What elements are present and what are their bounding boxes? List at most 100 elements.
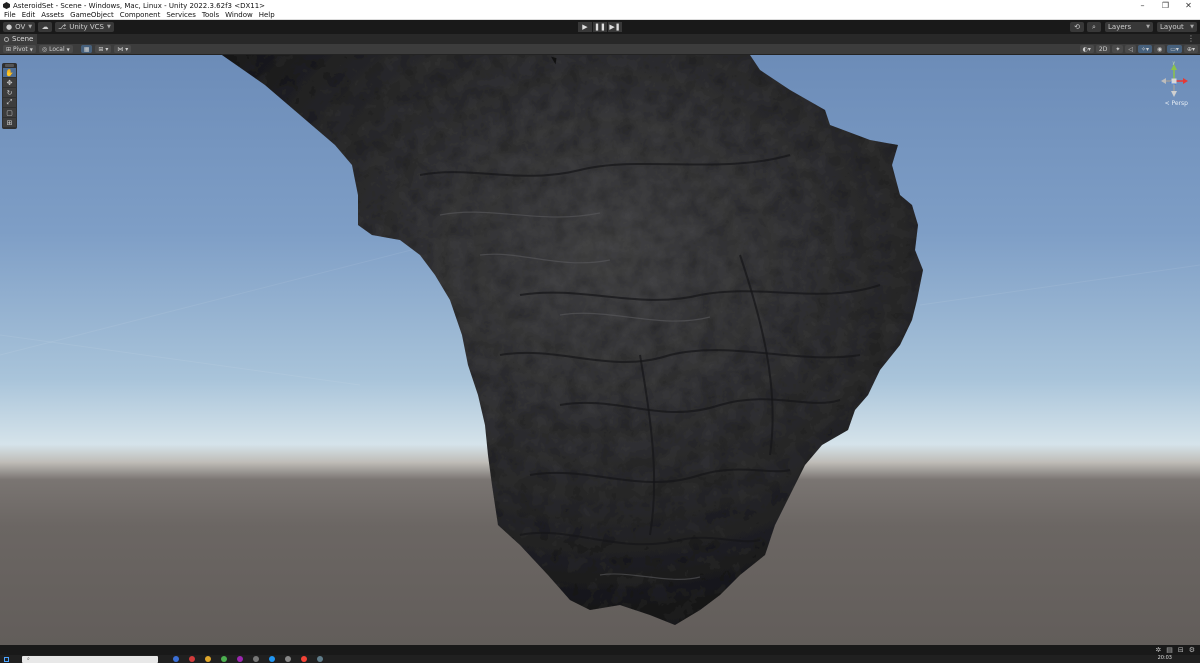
eye-icon: ◉ (1157, 45, 1163, 53)
tab-scene-label: Scene (12, 35, 34, 43)
menu-tools[interactable]: Tools (199, 11, 222, 19)
layers-status-icon[interactable]: ▤ (1166, 646, 1173, 654)
gizmo-center-cube[interactable] (1171, 78, 1177, 84)
speaker-icon: ◁ (1128, 45, 1133, 53)
gizmo-neg-y-cone[interactable] (1171, 91, 1177, 97)
window-controls: – ❐ ✕ (1131, 0, 1200, 11)
app-icon[interactable] (317, 656, 323, 662)
effects-dropdown[interactable]: ✧▾ (1137, 45, 1153, 53)
status-bar: ✲ ▤ ⊟ ⚙ (0, 645, 1200, 655)
scene-viewport[interactable]: ✋ ✥ ↻ ⤢ ▢ ⊞ y < Persp (0, 55, 1200, 645)
menu-gameobject[interactable]: GameObject (67, 11, 117, 19)
hand-tool[interactable]: ✋ (3, 68, 16, 77)
projection-label[interactable]: < Persp (1165, 100, 1188, 107)
layout-dropdown[interactable]: Layout ▼ (1157, 22, 1197, 32)
snap-increment-dropdown[interactable]: ⋈ ▾ (114, 45, 132, 53)
main-toolbar: ● OV ▼ ☁ ⎇ Unity VCS ▼ ▶ ❚❚ ▶❚ ⟲ ⌕ Layer… (0, 20, 1200, 34)
app-icon[interactable] (253, 656, 259, 662)
app-icon[interactable] (221, 656, 227, 662)
rect-tool[interactable]: ▢ (3, 108, 16, 117)
layers-dropdown[interactable]: Layers ▼ (1105, 22, 1153, 32)
vcs-icon: ⎇ (58, 23, 67, 31)
step-button[interactable]: ▶❚ (608, 22, 622, 32)
app-icon[interactable] (189, 656, 195, 662)
app-icon[interactable] (205, 656, 211, 662)
space-label: Local (49, 45, 65, 53)
local-space-icon: ◎ (41, 45, 48, 53)
app-icon[interactable] (173, 656, 179, 662)
play-controls: ▶ ❚❚ ▶❚ (578, 22, 623, 32)
hidden-objects-toggle[interactable]: ◉ (1154, 45, 1166, 53)
asteroid-mesh[interactable] (0, 55, 1200, 645)
chevron-down-icon: ▼ (29, 46, 33, 52)
minimize-button[interactable]: – (1131, 0, 1154, 11)
history-button[interactable]: ⟲ (1070, 22, 1084, 32)
app-icon[interactable] (301, 656, 307, 662)
transform-icon: ⊞ (6, 118, 13, 127)
grid-snap-button[interactable]: ▦ (80, 45, 93, 53)
audio-toggle[interactable]: ◁ (1125, 45, 1136, 53)
space-dropdown[interactable]: ◎ Local ▼ (38, 45, 73, 53)
camera-dropdown[interactable]: ▭▾ (1167, 45, 1182, 53)
rect-icon: ▢ (6, 108, 13, 117)
app-icon[interactable] (269, 656, 275, 662)
search-icon: ⌕ (27, 656, 30, 662)
gizmo-x-cone[interactable] (1183, 78, 1188, 84)
orientation-gizmo[interactable]: y (1156, 61, 1192, 103)
chevron-down-icon: ▼ (66, 46, 70, 52)
move-icon: ✥ (6, 78, 13, 87)
menu-help[interactable]: Help (256, 11, 278, 19)
palette-grip[interactable] (5, 64, 14, 67)
menu-services[interactable]: Services (163, 11, 199, 19)
move-tool[interactable]: ✥ (3, 78, 16, 87)
rotate-icon: ↻ (6, 88, 13, 97)
close-button[interactable]: ✕ (1177, 0, 1200, 11)
pivot-label: Pivot (13, 45, 28, 53)
tab-scene[interactable]: Scene (0, 34, 38, 44)
taskbar-search[interactable]: ⌕ (22, 655, 158, 663)
account-dropdown[interactable]: ● OV ▼ (3, 22, 36, 32)
maximize-button[interactable]: ❐ (1154, 0, 1177, 11)
start-button[interactable] (0, 655, 12, 663)
scale-icon: ⤢ (6, 98, 13, 106)
window-title: AsteroidSet - Scene - Windows, Mac, Linu… (13, 1, 266, 10)
pause-button[interactable]: ❚❚ (593, 22, 607, 32)
grid-options-dropdown[interactable]: ⊞ ▾ (95, 45, 112, 53)
settings-icon[interactable]: ⚙ (1189, 646, 1195, 654)
search-icon: ⌕ (1092, 22, 1096, 31)
lighting-toggle[interactable]: ✦ (1112, 45, 1124, 53)
lightbulb-icon: ✦ (1115, 45, 1121, 53)
scale-tool[interactable]: ⤢ (3, 98, 16, 107)
draw-mode-dropdown[interactable]: ◐▾ (1079, 45, 1094, 53)
pivot-dropdown[interactable]: ⊞ Pivot ▼ (3, 45, 36, 53)
app-icon[interactable] (285, 656, 291, 662)
console-icon[interactable]: ⊟ (1178, 646, 1184, 654)
bug-icon[interactable]: ✲ (1155, 646, 1161, 654)
rotate-tool[interactable]: ↻ (3, 88, 16, 97)
taskbar-clock[interactable]: 20:03 (1158, 655, 1172, 661)
menu-edit[interactable]: Edit (19, 11, 39, 19)
search-button[interactable]: ⌕ (1087, 22, 1101, 32)
menu-window[interactable]: Window (222, 11, 256, 19)
app-icon[interactable] (237, 656, 243, 662)
taskbar-apps (168, 656, 328, 662)
mode-2d-label: 2D (1098, 45, 1108, 53)
windows-icon (3, 656, 9, 662)
menu-assets[interactable]: Assets (38, 11, 67, 19)
chevron-down-icon: ▼ (28, 24, 33, 30)
snap-icon: ⋈ ▾ (117, 45, 129, 53)
play-button[interactable]: ▶ (578, 22, 592, 32)
scene-tab-bar: Scene ⋮ (0, 34, 1200, 44)
gizmo-neg-x-cone[interactable] (1161, 78, 1166, 84)
title-bar: AsteroidSet - Scene - Windows, Mac, Linu… (0, 0, 1200, 11)
gizmos-dropdown[interactable]: ⊕▾ (1183, 45, 1198, 53)
menu-bar: File Edit Assets GameObject Component Se… (0, 11, 1200, 20)
cloud-button[interactable]: ☁ (38, 22, 53, 32)
menu-component[interactable]: Component (117, 11, 164, 19)
vcs-dropdown[interactable]: ⎇ Unity VCS ▼ (55, 22, 114, 32)
more-options-icon[interactable]: ⋮ (1187, 34, 1195, 43)
mode-2d-button[interactable]: 2D (1095, 45, 1111, 53)
menu-file[interactable]: File (0, 11, 19, 19)
transform-tool[interactable]: ⊞ (3, 118, 16, 127)
account-label: OV (15, 23, 26, 31)
